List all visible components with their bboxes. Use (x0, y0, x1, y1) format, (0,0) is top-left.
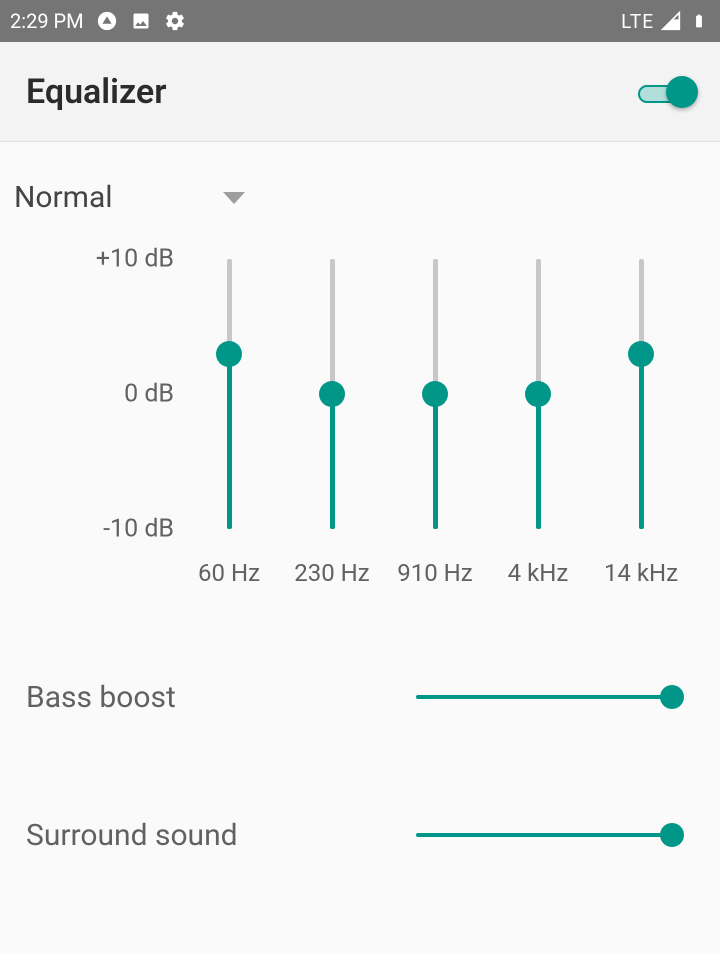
surround-sound-slider[interactable] (416, 822, 678, 848)
xtick-label: 60 Hz (184, 559, 274, 587)
eq-band-slider[interactable] (390, 259, 480, 529)
xtick-label: 910 Hz (390, 559, 480, 587)
status-clock: 2:29 PM (10, 9, 84, 33)
slider-thumb[interactable] (319, 381, 345, 407)
ytick-label: 0 dB (124, 380, 174, 409)
slider-thumb[interactable] (628, 341, 654, 367)
slider-thumb[interactable] (422, 381, 448, 407)
bass-boost-label: Bass boost (26, 680, 416, 715)
gear-icon (164, 10, 186, 32)
xtick-label: 230 Hz (287, 559, 377, 587)
equalizer-bands: +10 dB0 dB-10 dB 60 Hz230 Hz910 Hz4 kHz1… (14, 259, 706, 619)
xtick-label: 4 kHz (493, 559, 583, 587)
eq-band-slider[interactable] (596, 259, 686, 529)
xtick-label: 14 kHz (596, 559, 686, 587)
slider-thumb[interactable] (216, 341, 242, 367)
chevron-down-icon (223, 192, 245, 204)
eq-band-slider[interactable] (287, 259, 377, 529)
app-bar: Equalizer (0, 42, 720, 142)
slider-thumb[interactable] (525, 381, 551, 407)
ytick-label: +10 dB (96, 245, 174, 274)
surround-sound-label: Surround sound (26, 818, 416, 853)
status-bar: 2:29 PM LTE (0, 0, 720, 42)
ytick-label: -10 dB (103, 515, 174, 544)
circle-triangle-icon (96, 10, 118, 32)
signal-icon (660, 10, 682, 32)
preset-dropdown[interactable]: Normal (14, 142, 706, 239)
preset-selected-label: Normal (14, 180, 113, 215)
image-icon (130, 10, 152, 32)
network-label: LTE (621, 10, 654, 33)
equalizer-toggle[interactable] (638, 78, 694, 106)
bass-boost-slider[interactable] (416, 684, 678, 710)
eq-band-slider[interactable] (184, 259, 274, 529)
eq-band-slider[interactable] (493, 259, 583, 529)
page-title: Equalizer (26, 72, 166, 112)
battery-icon (688, 10, 710, 32)
